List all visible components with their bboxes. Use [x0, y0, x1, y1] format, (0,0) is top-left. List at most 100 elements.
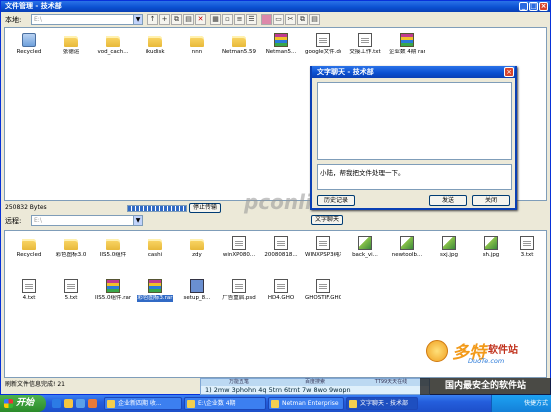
archive-icon — [400, 33, 414, 47]
file-item[interactable]: WINXPSP3纯净的.GHO — [305, 236, 341, 259]
chat-input[interactable]: 小陆，帮我把文件处理一下。 — [317, 164, 512, 190]
cut-icon[interactable]: ✂ — [285, 14, 296, 25]
folder-icon — [64, 239, 78, 250]
large-icons-icon[interactable]: ▦ — [210, 14, 221, 25]
file-item[interactable]: GHOSTIF.GHO — [305, 279, 341, 302]
task-item[interactable]: 企业新四期 收... — [104, 397, 182, 410]
file-item[interactable]: HD4.GHO — [263, 279, 299, 302]
chat-history-area[interactable] — [317, 82, 512, 160]
file-item[interactable]: vod_cach... — [95, 33, 131, 56]
copy-icon[interactable]: ⧉ — [171, 14, 182, 25]
local-path-bar: 本地: E:\ ▼ ↑ + ⧉ ▤ ✕ ▦ ▫ ≡ ☰ ▭ ✂ ⧉ ▤ — [1, 13, 550, 26]
paste-icon[interactable]: ▤ — [183, 14, 194, 25]
task-item[interactable]: 文字聊天 - 技术部 — [346, 397, 418, 410]
archive-icon — [106, 279, 120, 293]
file-item[interactable]: 3.txt — [509, 236, 545, 259]
remote-path-combo[interactable]: E:\ ▼ — [31, 215, 143, 226]
file-item[interactable]: ikudisk — [137, 33, 173, 56]
start-button[interactable]: 开始 — [0, 395, 46, 412]
desktop-icon[interactable] — [76, 399, 85, 408]
file-name: 20080818... — [264, 252, 298, 258]
folder-icon — [190, 239, 204, 250]
file-item[interactable]: 5.txt — [53, 279, 89, 302]
file-item[interactable]: 彩色图标3.0 — [53, 236, 89, 259]
file-item[interactable]: nnn — [179, 33, 215, 56]
file-item[interactable]: google文件.doc — [305, 33, 341, 56]
file-item[interactable]: sxj.jpg — [431, 236, 467, 259]
file-name: winXP080... — [222, 252, 256, 258]
close-icon[interactable]: × — [504, 67, 514, 77]
file-name: Netman5... — [265, 49, 297, 55]
window-titlebar[interactable]: 文件管理 - 技术部 _ □ × — [1, 1, 550, 12]
file-item[interactable]: cashi — [137, 236, 173, 259]
ime-candidates[interactable]: 1) 2mw 3phohn 4q 5trn 6trnt 7w 8wo 9wopn — [201, 386, 429, 395]
file-name: ikudisk — [145, 49, 165, 55]
small-icons-icon[interactable]: ▫ — [222, 14, 233, 25]
file-item[interactable]: newtoolb... — [389, 236, 425, 259]
close-button[interactable]: × — [539, 2, 548, 11]
new-folder-icon[interactable]: + — [159, 14, 170, 25]
folder-icon[interactable] — [64, 399, 73, 408]
stop-transfer-button[interactable]: 停止传输 — [189, 203, 222, 213]
ime-candidate-bar: 万能五笔 百度搜索 TT99天天在线 1) 2mw 3phohn 4q 5trn… — [200, 378, 430, 395]
file-item[interactable]: setup_8... — [179, 279, 215, 302]
file-item[interactable]: 彩色图标3.rar — [137, 279, 173, 302]
ime-tab-wubi[interactable]: 万能五笔 — [201, 379, 277, 386]
file-item[interactable]: 20080818... — [263, 236, 299, 259]
file-item[interactable]: Recycled — [11, 236, 47, 259]
brand-url: DuoTe.com — [468, 357, 505, 365]
file-item[interactable]: IIS5.0组件 — [95, 236, 131, 259]
file-item[interactable]: sh.jpg — [473, 236, 509, 259]
file-item[interactable]: Netman5... — [263, 33, 299, 56]
file-item[interactable]: 4.txt — [11, 279, 47, 302]
transfer-progress — [127, 205, 187, 212]
document-icon — [316, 33, 330, 47]
local-path-combo[interactable]: E:\ ▼ — [31, 14, 143, 25]
file-item[interactable]: winXP080... — [221, 236, 257, 259]
paste2-icon[interactable]: ▤ — [309, 14, 320, 25]
system-tray[interactable]: 快捷方式 — [491, 395, 551, 412]
file-item[interactable]: Netman5.59 — [221, 33, 257, 56]
page-icon[interactable]: ▭ — [273, 14, 284, 25]
duote-logo: 多特 软件站 DuoTe.com — [420, 336, 546, 376]
file-item[interactable]: 交接工作.txt — [347, 33, 383, 56]
file-item[interactable]: Recycled — [11, 33, 47, 56]
tab-text-chat[interactable]: 文字聊天 — [311, 215, 344, 225]
delete-icon[interactable]: ✕ — [195, 14, 206, 25]
send-button[interactable]: 发送 — [429, 195, 467, 206]
document-icon — [520, 236, 534, 250]
taskbar: 开始 企业新四期 收... E:\企业数 4期 Netman Enterpris… — [0, 395, 551, 412]
details-icon[interactable]: ☰ — [246, 14, 257, 25]
maximize-button[interactable]: □ — [529, 2, 538, 11]
folder-up-icon[interactable]: ↑ — [147, 14, 158, 25]
ie-icon[interactable] — [52, 399, 61, 408]
minimize-button[interactable]: _ — [519, 2, 528, 11]
chevron-down-icon[interactable]: ▼ — [133, 216, 142, 225]
file-item[interactable]: 广告重启.psd — [221, 279, 257, 302]
document-icon — [358, 33, 372, 47]
rar-icon[interactable] — [261, 14, 272, 25]
file-item[interactable]: 张德运 — [53, 33, 89, 56]
file-item[interactable]: IIS5.0组件.rar — [95, 279, 131, 302]
close-chat-button[interactable]: 关闭 — [472, 195, 510, 206]
file-name: google文件.doc — [305, 49, 341, 55]
file-item[interactable]: 企业数 4期 rar — [389, 33, 425, 56]
ime-tab-baidu[interactable]: 百度搜索 — [277, 379, 353, 386]
ime-tab-tt99[interactable]: TT99天天在线 — [353, 379, 429, 386]
file-item[interactable]: back_vi... — [347, 236, 383, 259]
file-name: 5.txt — [64, 295, 78, 301]
list-icon[interactable]: ≡ — [234, 14, 245, 25]
history-button[interactable]: 历史记录 — [317, 195, 355, 206]
copy2-icon[interactable]: ⧉ — [297, 14, 308, 25]
archive-icon — [148, 279, 162, 293]
chevron-down-icon[interactable]: ▼ — [133, 15, 142, 24]
local-path-value: E:\ — [34, 16, 42, 23]
media-icon[interactable] — [88, 399, 97, 408]
chat-title[interactable]: 文字聊天 - 技术部 — [312, 66, 515, 78]
file-item[interactable]: zdy — [179, 236, 215, 259]
brand-suffix: 软件站 — [488, 345, 518, 356]
task-item[interactable]: E:\企业数 4期 — [184, 397, 266, 410]
file-name: 张德运 — [62, 49, 80, 55]
task-item[interactable]: Netman Enterprise — [268, 397, 344, 410]
file-name: Recycled — [16, 252, 42, 258]
